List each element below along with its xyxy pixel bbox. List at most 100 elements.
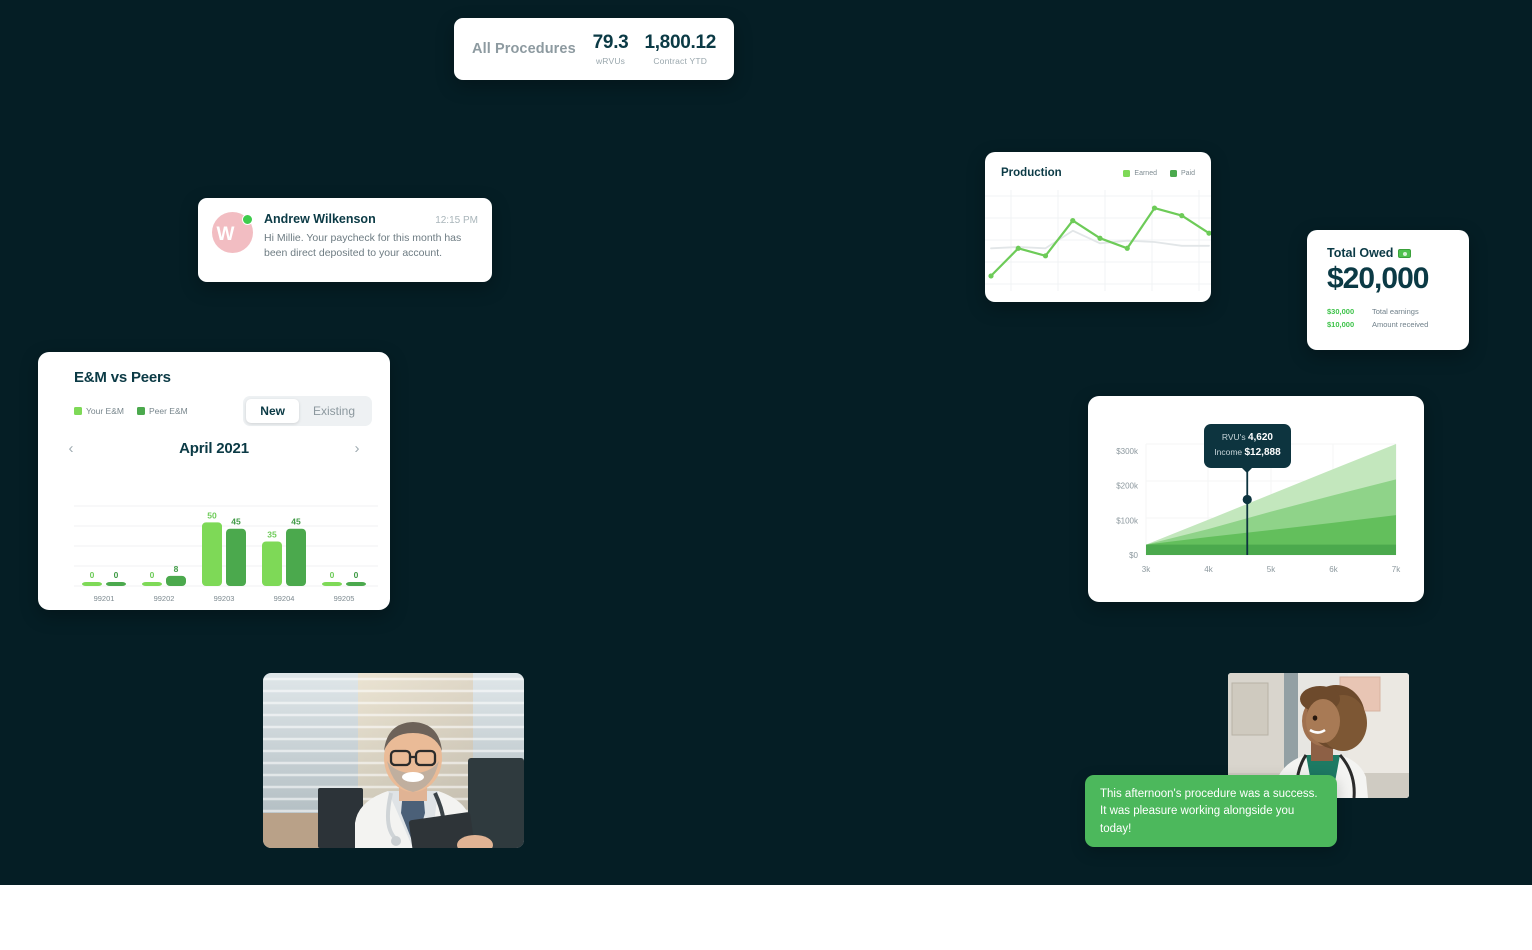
legend-label-paid: Paid [1180,169,1195,177]
production-header: Production Earned Paid [985,152,1211,179]
production-title: Production [1001,167,1062,179]
em-bar [286,528,306,586]
legend-swatch-paid [1169,169,1177,177]
tooltip-rvu-row: RVU's 4,620 [1214,431,1280,446]
projection-x-tick: 3k [1142,565,1151,574]
em-type-toggle[interactable]: New Existing [243,396,372,426]
em-bar-value: 0 [90,570,95,580]
em-card-title: E&M vs Peers [74,369,171,386]
em-bar [226,528,246,586]
total-owed-card: Total Owed $20,000 $30,000 Total earning… [1307,230,1469,350]
all-procedures-title: All Procedures [472,41,576,57]
em-bar-chart: 0 0 0 8 50 45 35 45 0 0 99201 99202 99203 99204 99205 [74,505,378,603]
legend-item-paid: Paid [1169,169,1195,177]
em-period-nav: ‹ April 2021 › [38,426,390,457]
tooltip-income-label: Income [1214,446,1243,457]
online-status-dot [242,214,253,225]
em-bar-value: 50 [207,510,217,520]
projection-y-tick: $0 [1129,551,1138,560]
avatar-wrapper: W [212,212,253,253]
tooltip-rvu-value: 4,620 [1247,432,1273,443]
all-procedures-card: All Procedures 79.3 wRVUs 1,800.12 Contr… [454,18,734,80]
legend-item-your-em: Your E&M [74,406,124,416]
em-category-label: 99203 [214,594,235,603]
em-bar [106,582,126,586]
message-timestamp: 12:15 PM [435,215,478,226]
tooltip-rvu-label: RVU's [1221,432,1246,442]
em-bar-value: 45 [291,517,301,527]
projection-x-tick: 5k [1267,565,1276,574]
stat-contract-ytd: 1,800.12 Contract YTD [644,32,716,66]
projection-x-axis-labels: 3k 4k 5k 6k 7k [1142,565,1401,574]
em-bar [142,582,162,586]
em-category-label: 99201 [94,594,115,603]
stat-wrvus-label: wRVUs [595,56,626,66]
total-owed-header: Total Owed [1327,246,1449,260]
em-bar-value: 0 [354,570,359,580]
em-bar [262,541,282,586]
legend-swatch-peer-em [136,407,145,415]
doctor-male-photo [263,673,524,848]
em-bar-value: 0 [330,570,335,580]
breakdown-total-earnings: $30,000 Total earnings [1327,305,1449,318]
legend-label-earned: Earned [1134,169,1157,177]
legend-item-peer-em: Peer E&M [136,406,188,416]
next-month-button[interactable]: › [348,440,366,457]
toggle-option-new[interactable]: New [246,399,299,423]
total-owed-amount: $20,000 [1327,262,1429,295]
projection-y-tick: $300k [1116,447,1139,456]
em-category-label: 99202 [154,594,175,603]
tooltip-income-value: $12,888 [1244,446,1281,458]
em-vs-peers-card: E&M vs Peers Your E&M Peer E&M New Exist… [38,352,390,610]
breakdown-amount-received: $10,000 Amount received [1327,318,1449,331]
production-line-chart [985,190,1211,291]
em-bar [166,575,186,586]
projection-band [1146,544,1396,555]
em-current-period: April 2021 [179,440,249,457]
projection-y-tick: $200k [1116,482,1139,491]
production-gridlines [985,190,1211,291]
chat-bubble: This afternoon's procedure was a success… [1085,775,1337,847]
stat-contract-ytd-label: Contract YTD [653,56,708,66]
legend-label-your-em: Your E&M [86,406,124,416]
em-bar-value: 8 [174,564,179,574]
production-legend: Earned Paid [1123,169,1195,177]
money-icon [1398,248,1412,258]
legend-item-earned: Earned [1123,169,1157,177]
production-data-points [988,205,1211,279]
projection-x-tick: 6k [1329,565,1338,574]
total-owed-title: Total Owed [1327,246,1394,260]
message-header: Andrew Wilkenson 12:15 PM [264,212,478,226]
prev-month-button[interactable]: ‹ [62,440,80,457]
message-body: Andrew Wilkenson 12:15 PM Hi Millie. You… [264,212,478,282]
total-owed-breakdown: $30,000 Total earnings $10,000 Amount re… [1327,305,1449,331]
projection-marker-dot [1242,494,1252,505]
breakdown-total-earnings-amount: $30,000 [1327,307,1355,316]
em-bar-value: 45 [231,517,241,527]
stat-wrvus: 79.3 wRVUs [593,32,629,66]
em-bar-value: 0 [114,570,119,580]
breakdown-amount-received-amount: $10,000 [1327,320,1355,330]
stat-contract-ytd-value: 1,800.12 [644,32,716,53]
em-bars [82,522,366,586]
projection-x-tick: 7k [1392,565,1401,574]
tooltip-income-row: Income $12,888 [1214,446,1280,461]
toggle-option-existing[interactable]: Existing [299,399,369,423]
em-bar-value-labels: 0 0 0 8 50 45 35 45 0 0 [90,510,359,580]
message-sender-name: Andrew Wilkenson [264,212,376,226]
em-category-label: 99205 [334,594,355,603]
projection-y-tick: $100k [1116,516,1139,525]
projection-x-tick: 4k [1204,565,1213,574]
em-category-labels: 99201 99202 99203 99204 99205 [94,594,355,603]
legend-swatch-your-em [74,407,82,415]
projection-y-axis-labels: $0 $100k $200k $300k [1116,447,1139,560]
projection-tooltip: RVU's 4,620 Income $12,888 [1204,424,1291,473]
stat-wrvus-value: 79.3 [592,32,629,53]
em-bar [322,582,342,586]
legend-swatch-earned [1123,169,1131,177]
legend-label-peer-em: Peer E&M [148,406,188,416]
em-bar [346,582,366,586]
screenshot-root: All Procedures 79.3 wRVUs 1,800.12 Contr… [0,0,1532,950]
message-notification-card[interactable]: W Andrew Wilkenson 12:15 PM Hi Millie. Y… [198,198,492,282]
em-bar-value: 0 [150,570,155,580]
